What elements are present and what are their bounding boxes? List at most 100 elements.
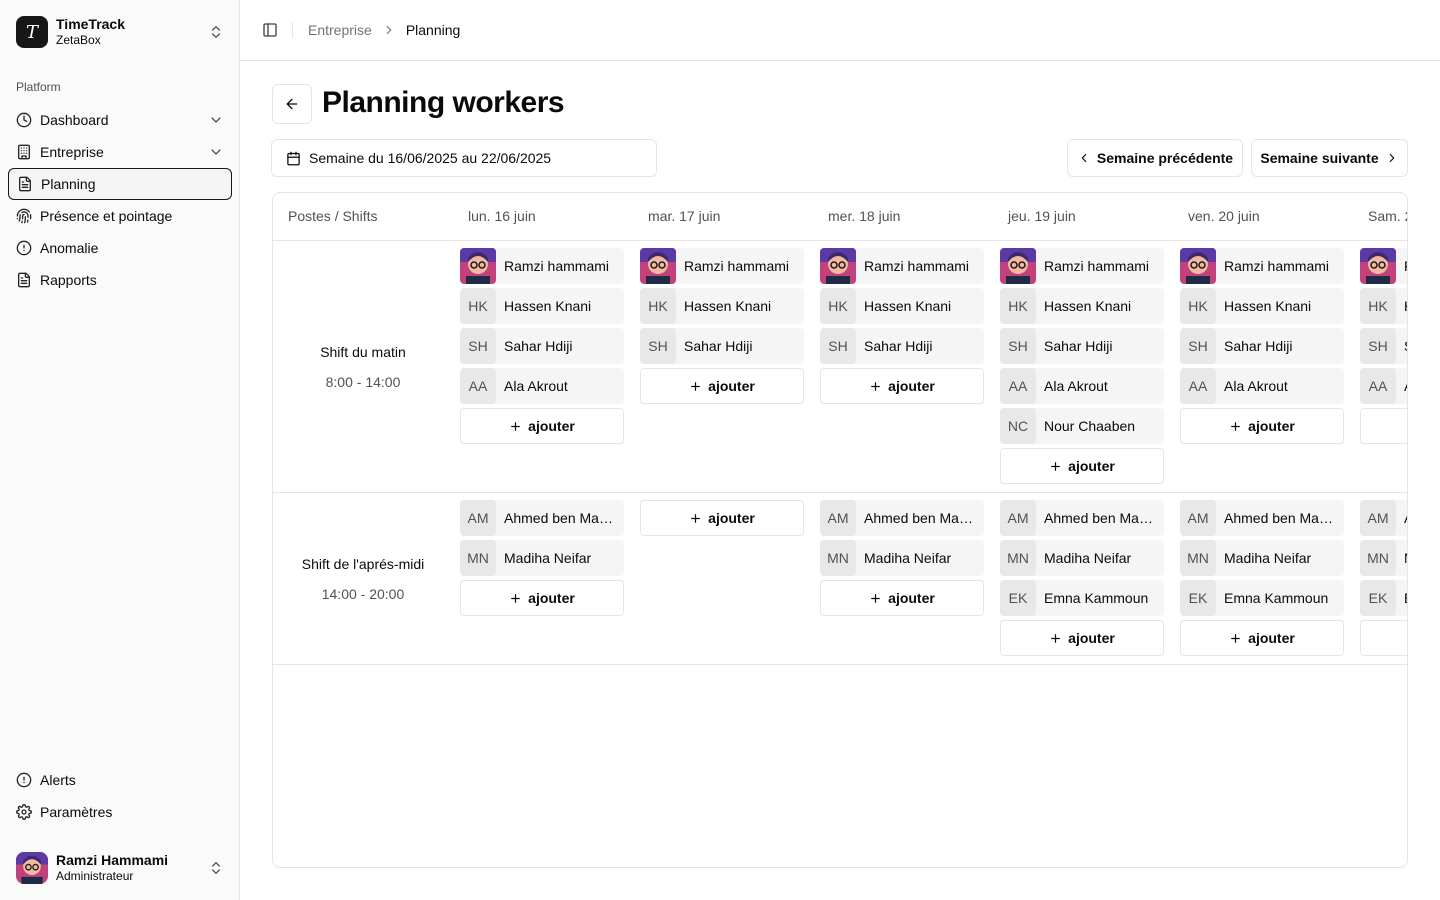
shift-time: 14:00 - 20:00	[321, 585, 405, 602]
week-picker[interactable]: Semaine du 16/06/2025 au 22/06/2025	[271, 139, 657, 177]
worker-chip[interactable]: HK Hassen Knani	[1360, 288, 1407, 324]
worker-chip[interactable]: Ramzi hammami	[820, 248, 984, 284]
worker-initials: EK	[1180, 580, 1216, 616]
worker-chip[interactable]: SH Sahar Hdiji	[460, 328, 624, 364]
arrow-left-icon	[286, 98, 298, 110]
add-worker-label: ajouter	[708, 378, 755, 394]
add-worker-button[interactable]: ajouter	[1360, 620, 1407, 656]
shift-name: Shift de l'aprés-midi	[301, 555, 425, 572]
worker-name: Hassen Knani	[1044, 298, 1132, 314]
worker-chip[interactable]: HK Hassen Knani	[820, 288, 984, 324]
add-worker-button[interactable]: ajouter	[1000, 448, 1164, 484]
add-worker-button[interactable]: ajouter	[1000, 620, 1164, 656]
worker-chip[interactable]: Ramzi hammami	[460, 248, 624, 284]
back-button[interactable]	[272, 84, 312, 124]
worker-chip[interactable]: EK Emna Kammoun	[1360, 580, 1407, 616]
day-cell: AM Ahmed ben Massaoud MN Madiha Neifar ajout…	[820, 500, 984, 620]
worker-initials: AA	[1000, 368, 1036, 404]
add-worker-button[interactable]: ajouter	[1360, 408, 1407, 444]
worker-chip[interactable]: HK Hassen Knani	[1000, 288, 1164, 324]
worker-chip[interactable]: AA Ala Akrout	[1360, 368, 1407, 404]
sidebar-item-rapports[interactable]: Rapports	[8, 264, 232, 296]
worker-chip[interactable]: SH Sahar Hdiji	[1000, 328, 1164, 364]
worker-chip[interactable]: SH Sahar Hdiji	[640, 328, 804, 364]
user-role: Administrateur	[56, 869, 134, 884]
secondary-nav: Alerts Paramètres	[8, 764, 232, 828]
breadcrumb-current: Planning	[405, 22, 461, 38]
worker-chip[interactable]: MN Madiha Neifar	[820, 540, 984, 576]
worker-chip[interactable]: AM Ahmed ben Massaoud	[1360, 500, 1407, 536]
add-worker-button[interactable]: ajouter	[460, 580, 624, 616]
breadcrumb-parent[interactable]: Entreprise	[308, 22, 372, 38]
worker-chip[interactable]: SH Sahar Hdiji	[1360, 328, 1407, 364]
user-name: Ramzi Hammami	[56, 851, 169, 868]
shift-cell: Shift de l'aprés-midi 14:00 - 20:00	[273, 493, 453, 664]
worker-chip[interactable]: AA Ala Akrout	[460, 368, 624, 404]
worker-chip[interactable]: MN Madiha Neifar	[1000, 540, 1164, 576]
worker-chip[interactable]: HK Hassen Knani	[640, 288, 804, 324]
sidebar: T TimeTrack ZetaBox Platform Dashboard En…	[0, 0, 240, 900]
worker-chip[interactable]: Ramzi hammami	[640, 248, 804, 284]
sidebar-item-param-tres[interactable]: Paramètres	[8, 796, 232, 828]
worker-chip[interactable]: AM Ahmed ben Massaoud	[820, 500, 984, 536]
add-worker-button[interactable]: ajouter	[640, 500, 804, 536]
shift-name: Shift du matin	[320, 343, 406, 360]
plus-icon	[511, 421, 521, 431]
sidebar-item-dashboard[interactable]: Dashboard	[8, 104, 232, 136]
add-worker-button[interactable]: ajouter	[820, 368, 984, 404]
add-worker-label: ajouter	[528, 418, 575, 434]
sidebar-item-entreprise[interactable]: Entreprise	[8, 136, 232, 168]
worker-name: Madiha Neifar	[504, 550, 592, 566]
worker-chip[interactable]: HK Hassen Knani	[1180, 288, 1344, 324]
sidebar-toggle-icon[interactable]	[262, 22, 278, 38]
worker-name: Nour Chaaben	[1044, 418, 1136, 434]
day-header: mar. 17 juin	[648, 208, 721, 224]
add-worker-button[interactable]: ajouter	[1180, 408, 1344, 444]
worker-chip[interactable]: EK Emna Kammoun	[1180, 580, 1344, 616]
worker-initials: AM	[1000, 500, 1036, 536]
worker-chip[interactable]: NC Nour Chaaben	[1000, 408, 1164, 444]
worker-chip[interactable]: AM Ahmed ben Massaoud	[460, 500, 624, 536]
worker-name: Hassen Knani	[684, 298, 772, 314]
nav-group-label: Platform	[16, 80, 61, 94]
day-cell: AM Ahmed ben Massaoud MN Madiha Neifar EK Emn…	[1180, 500, 1344, 660]
worker-name: Ahmed ben Massaoud	[864, 510, 984, 526]
worker-initials: SH	[1180, 328, 1216, 364]
worker-chip[interactable]: AM Ahmed ben Massaoud	[1000, 500, 1164, 536]
worker-chip[interactable]: SH Sahar Hdiji	[1180, 328, 1344, 364]
worker-chip[interactable]: MN Madiha Neifar	[1180, 540, 1344, 576]
plus-icon	[1231, 421, 1241, 431]
add-worker-button[interactable]: ajouter	[820, 580, 984, 616]
worker-chip[interactable]: EK Emna Kammoun	[1000, 580, 1164, 616]
sidebar-item-anomalie[interactable]: Anomalie	[8, 232, 232, 264]
worker-name: Ala Akrout	[1044, 378, 1108, 394]
add-worker-button[interactable]: ajouter	[640, 368, 804, 404]
worker-chip[interactable]: Ramzi hammami	[1180, 248, 1344, 284]
worker-chip[interactable]: Ramzi hammami	[1000, 248, 1164, 284]
worker-name: Hassen Knani	[1224, 298, 1312, 314]
sidebar-item-pr-sence-et-pointage[interactable]: Présence et pointage	[8, 200, 232, 232]
worker-chip[interactable]: SH Sahar Hdiji	[820, 328, 984, 364]
day-header: lun. 16 juin	[468, 208, 536, 224]
worker-chip[interactable]: MN Madiha Neifar	[460, 540, 624, 576]
worker-avatar	[460, 248, 496, 284]
worker-initials: SH	[460, 328, 496, 364]
worker-name: Sahar Hdiji	[864, 338, 933, 354]
worker-chip[interactable]: AM Ahmed ben Massaoud	[1180, 500, 1344, 536]
worker-chip[interactable]: Ramzi hammami	[1360, 248, 1407, 284]
team-switcher[interactable]: T TimeTrack ZetaBox	[8, 8, 232, 56]
add-worker-button[interactable]: ajouter	[1180, 620, 1344, 656]
previous-week-button[interactable]: Semaine précédente	[1067, 139, 1243, 177]
worker-chip[interactable]: MN Madiha Neifar	[1360, 540, 1407, 576]
worker-chip[interactable]: HK Hassen Knani	[460, 288, 624, 324]
add-worker-button[interactable]: ajouter	[460, 408, 624, 444]
sidebar-item-label: Rapports	[40, 272, 97, 288]
sidebar-item-planning[interactable]: Planning	[8, 168, 232, 200]
worker-chip[interactable]: AA Ala Akrout	[1180, 368, 1344, 404]
worker-chip[interactable]: AA Ala Akrout	[1000, 368, 1164, 404]
user-menu[interactable]: Ramzi Hammami Administrateur	[8, 844, 232, 892]
worker-initials: SH	[640, 328, 676, 364]
day-cell: AM Ahmed ben Massaoud MN Madiha Neifar EK Emn…	[1360, 500, 1407, 660]
next-week-button[interactable]: Semaine suivante	[1251, 139, 1408, 177]
sidebar-item-alerts[interactable]: Alerts	[8, 764, 232, 796]
